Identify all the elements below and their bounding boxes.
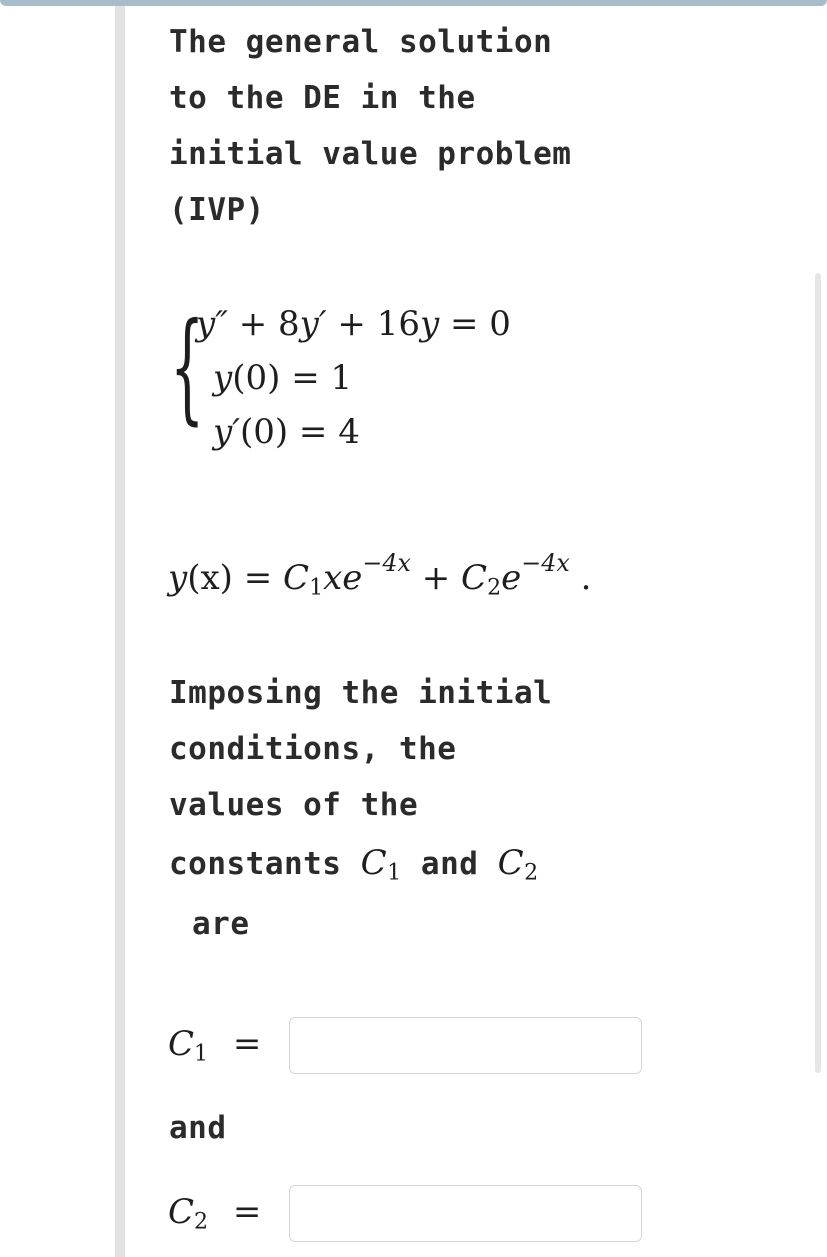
c2-label-sub: 2 <box>194 1208 209 1235</box>
imposing-line-4: constants C1 and C2 <box>169 843 539 886</box>
ivp-equation: y″ + 8y′ + 16y = 0 <box>196 304 511 344</box>
gs-exp2: −4x <box>521 549 570 578</box>
c2-equals: = <box>232 1192 262 1232</box>
eq-ypp: y″ <box>196 304 228 344</box>
eq-plus-8: + 8 <box>227 304 300 344</box>
cond1-fn: y <box>213 358 233 398</box>
c1-input[interactable] <box>289 1017 642 1074</box>
imposing-line-2: conditions, the <box>169 731 457 767</box>
cond2-fn: y′ <box>213 412 240 452</box>
gs-arg: (x) <box>187 558 233 598</box>
gs-c2: C <box>461 558 488 598</box>
gs-xe: xe <box>323 558 363 598</box>
gs-c2-sub: 2 <box>487 574 502 601</box>
c1-answer-label: C1 = <box>168 1024 261 1067</box>
intro-line-3: initial value problem <box>169 136 572 172</box>
c1-label: C <box>168 1024 195 1064</box>
gs-y: y <box>168 558 188 598</box>
gs-e: e <box>501 558 522 598</box>
ivp-condition-2: y′(0) = 4 <box>213 412 360 452</box>
gs-c1: C <box>283 558 310 598</box>
gs-c1-sub: 1 <box>309 574 324 601</box>
gs-plus: + <box>410 558 462 598</box>
imposing-line-1: Imposing the initial <box>169 675 553 711</box>
intro-line-2: to the DE in the <box>169 80 476 116</box>
c2-label: C <box>168 1192 195 1232</box>
c2-symbol: C <box>497 843 525 883</box>
intro-line-1: The general solution <box>169 24 553 60</box>
intro-line-4: (IVP) <box>169 192 265 228</box>
constants-word: constants <box>169 846 342 882</box>
eq-yp: y′ <box>299 304 327 344</box>
scrollbar[interactable] <box>815 273 821 1073</box>
left-rail <box>115 6 125 1257</box>
eq-y: y <box>419 304 440 344</box>
imposing-line-3: values of the <box>169 787 419 823</box>
and-word: and <box>420 846 479 882</box>
eq-plus-16: + 16 <box>326 304 420 344</box>
gs-eq: = <box>232 558 284 598</box>
gs-period: . <box>569 558 592 598</box>
c2-answer-label: C2 = <box>168 1192 261 1235</box>
c1-label-sub: 1 <box>194 1040 209 1067</box>
c1-equals: = <box>232 1024 262 1064</box>
ivp-condition-1: y(0) = 1 <box>213 358 352 398</box>
and-label: and <box>169 1110 227 1146</box>
cond1-rest: (0) = 1 <box>232 358 353 398</box>
c2-symbol-sub: 2 <box>524 859 539 886</box>
c2-input[interactable] <box>289 1185 642 1242</box>
cond2-rest: (0) = 4 <box>239 412 360 452</box>
c1-symbol: C <box>360 843 388 883</box>
c1-symbol-sub: 1 <box>387 859 402 886</box>
gs-exp1: −4x <box>362 549 411 578</box>
imposing-line-5: are <box>192 906 250 942</box>
general-solution: y(x) = C1xe−4x + C2e−4x . <box>168 551 592 601</box>
eq-rhs: = 0 <box>439 304 511 344</box>
